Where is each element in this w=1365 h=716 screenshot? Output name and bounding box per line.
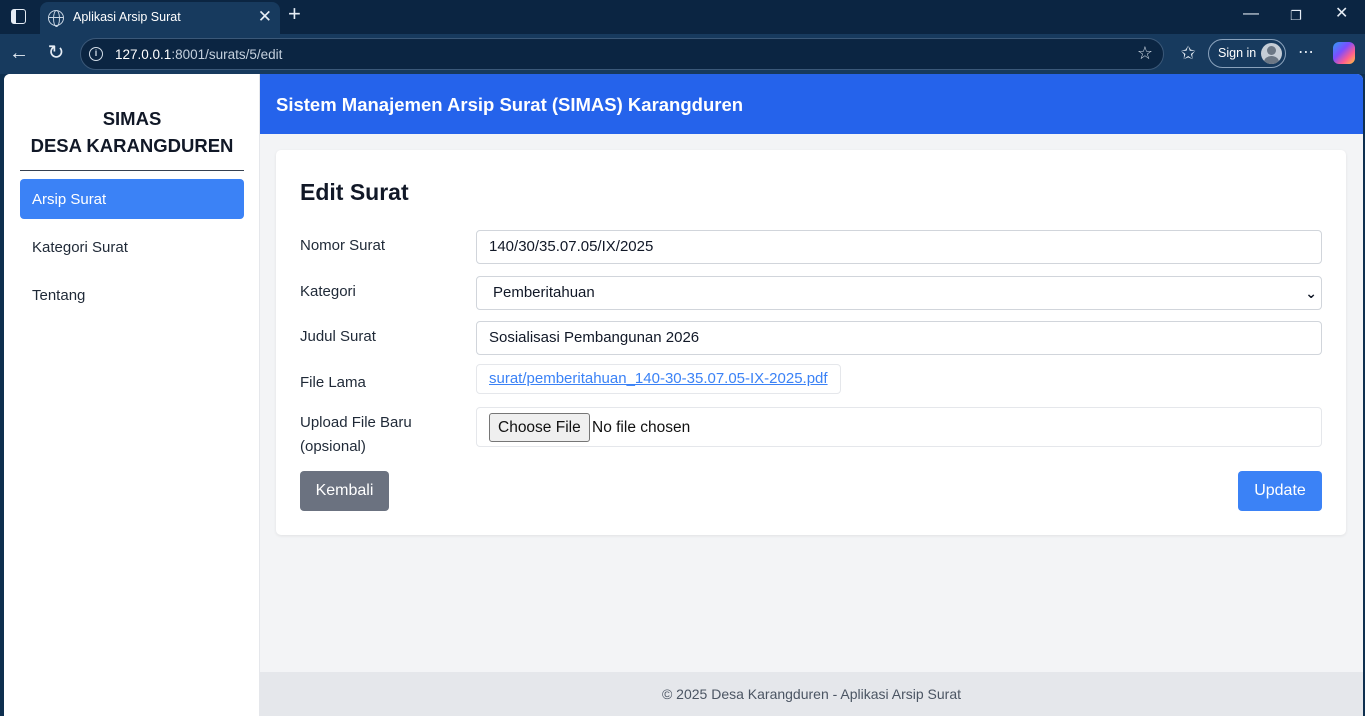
sidebar-item-arsip-surat[interactable]: Arsip Surat: [20, 179, 244, 219]
back-icon[interactable]: ←: [7, 41, 31, 65]
favorite-star-icon[interactable]: ☆: [1137, 43, 1153, 64]
file-lama-box: surat/pemberitahuan_140-30-35.07.05-IX-2…: [476, 364, 841, 394]
sidebar-item-kategori-surat[interactable]: Kategori Surat: [20, 227, 244, 267]
browser-toolbar: ← ↻ i 127.0.0.1:8001/surats/5/edit ☆ ✩ S…: [0, 34, 1365, 74]
minimize-icon[interactable]: —: [1243, 6, 1259, 22]
site-info-icon[interactable]: i: [89, 47, 103, 61]
favorites-icon[interactable]: ✩: [1176, 41, 1200, 65]
chevron-down-icon: ⌄: [1305, 285, 1317, 301]
upload-file-input[interactable]: Choose File No file chosen: [476, 407, 1322, 447]
judul-surat-label: Judul Surat: [300, 328, 376, 345]
page-viewport: SIMAS DESA KARANGDUREN Arsip Surat Kateg…: [4, 74, 1363, 716]
sidebar-item-tentang[interactable]: Tentang: [20, 275, 244, 315]
upload-file-label: Upload File Baru (opsional): [300, 414, 412, 455]
reload-icon[interactable]: ↻: [44, 41, 68, 65]
page-footer: © 2025 Desa Karangduren - Aplikasi Arsip…: [260, 672, 1363, 716]
window-close-icon[interactable]: ✕: [1335, 6, 1348, 22]
nomor-surat-input[interactable]: 140/30/35.07.05/IX/2025: [476, 230, 1322, 264]
no-file-text: No file chosen: [592, 419, 691, 436]
page-title: Edit Surat: [300, 179, 409, 205]
edit-form-card: Edit Surat Nomor Surat 140/30/35.07.05/I…: [276, 150, 1346, 535]
avatar: [1261, 43, 1282, 64]
tab-close-icon[interactable]: ✕: [258, 8, 272, 25]
more-menu-icon[interactable]: ⋯: [1294, 41, 1318, 65]
sidebar-brand: SIMAS DESA KARANGDUREN: [30, 108, 234, 156]
tab-actions-icon[interactable]: [11, 9, 26, 24]
sidebar: SIMAS DESA KARANGDUREN Arsip Surat Kateg…: [4, 74, 260, 716]
restore-icon[interactable]: ❐: [1290, 9, 1302, 22]
file-lama-label: File Lama: [300, 374, 366, 391]
tab-title: Aplikasi Arsip Surat: [73, 10, 181, 24]
new-tab-icon[interactable]: +: [288, 3, 301, 25]
copilot-icon[interactable]: [1333, 42, 1355, 64]
address-bar[interactable]: i 127.0.0.1:8001/surats/5/edit ☆: [80, 38, 1164, 70]
browser-tabbar: Aplikasi Arsip Surat ✕ + — ❐ ✕: [0, 0, 1365, 34]
file-lama-link[interactable]: surat/pemberitahuan_140-30-35.07.05-IX-2…: [489, 370, 828, 387]
brand-divider: [20, 170, 244, 171]
kategori-selected: Pemberitahuan: [493, 284, 595, 301]
nomor-surat-label: Nomor Surat: [300, 237, 386, 254]
browser-tab[interactable]: Aplikasi Arsip Surat ✕: [40, 2, 280, 34]
update-button[interactable]: Update: [1238, 471, 1322, 511]
choose-file-button[interactable]: Choose File: [489, 413, 590, 442]
kategori-select[interactable]: Pemberitahuan ⌄: [476, 276, 1322, 310]
url-text: 127.0.0.1:8001/surats/5/edit: [115, 47, 283, 62]
kategori-label: Kategori: [300, 283, 356, 300]
sign-in-button[interactable]: Sign in: [1208, 39, 1286, 68]
globe-icon: [48, 10, 64, 27]
back-button[interactable]: Kembali: [300, 471, 389, 511]
judul-surat-input[interactable]: Sosialisasi Pembangunan 2026: [476, 321, 1322, 355]
header-title: Sistem Manajemen Arsip Surat (SIMAS) Kar…: [276, 94, 744, 115]
page-header: Sistem Manajemen Arsip Surat (SIMAS) Kar…: [260, 74, 1363, 134]
